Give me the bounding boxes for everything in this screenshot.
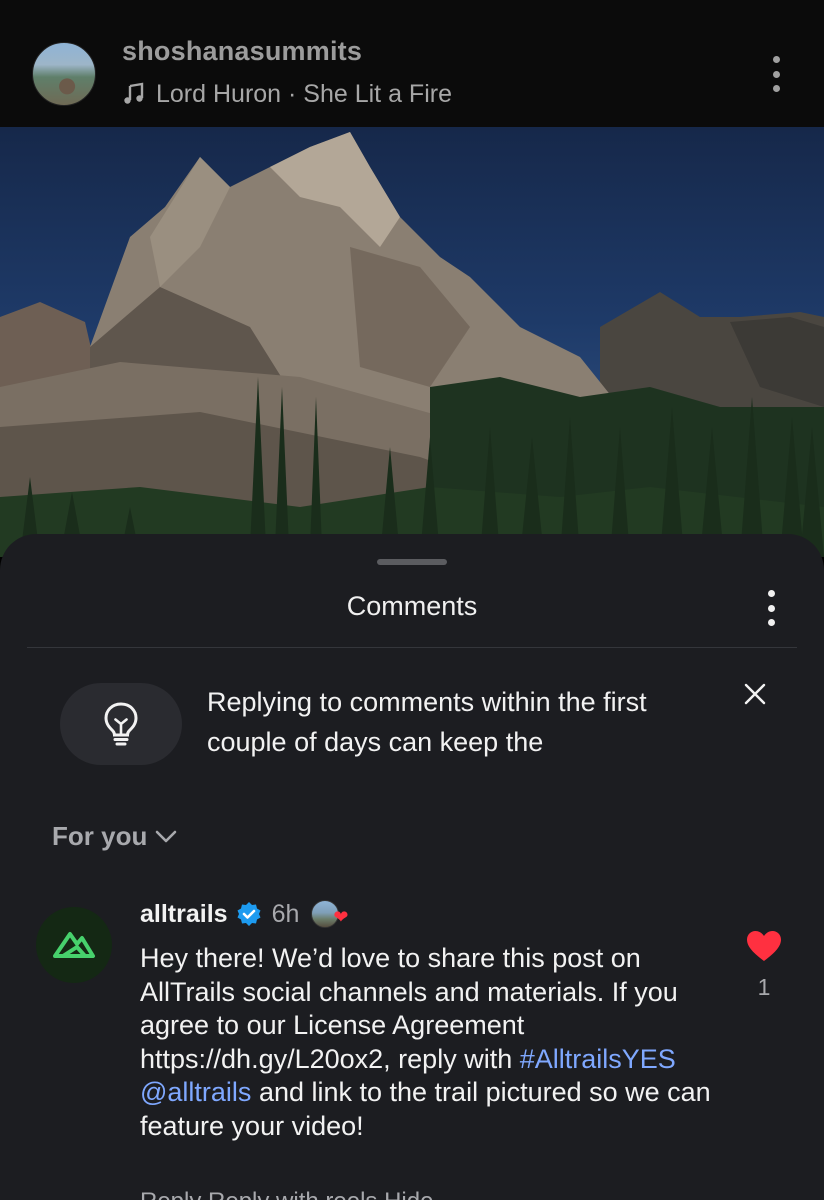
comment-avatar[interactable] xyxy=(36,907,112,983)
comment-actions[interactable]: Reply Reply with reels Hide xyxy=(140,1188,700,1200)
post-header: shoshanasummits Lord Huron · She Lit a F… xyxy=(0,0,824,127)
user-avatar[interactable] xyxy=(32,42,96,106)
heart-filled-icon[interactable] xyxy=(746,930,782,962)
post-photo[interactable] xyxy=(0,127,824,557)
comment-time: 6h xyxy=(271,899,300,928)
sort-label: For you xyxy=(52,821,148,851)
divider xyxy=(27,647,797,648)
more-dot xyxy=(767,604,775,612)
more-dot xyxy=(772,70,780,78)
more-options-button[interactable] xyxy=(758,52,794,96)
comment-username[interactable]: alltrails xyxy=(140,900,228,929)
comments-title: Comments xyxy=(346,591,478,621)
close-icon xyxy=(744,683,766,705)
tip-icon-container xyxy=(60,683,182,765)
liked-by-creator: ❤ xyxy=(311,899,349,929)
music-note-icon xyxy=(124,82,144,104)
verified-badge-icon xyxy=(237,902,261,926)
more-vertical-icon xyxy=(767,590,775,597)
tip-close-button[interactable] xyxy=(738,677,772,711)
username[interactable]: shoshanasummits xyxy=(122,36,362,67)
heart-icon: ❤ xyxy=(333,907,349,927)
chevron-down-icon xyxy=(156,830,177,842)
comments-sheet: Comments Replying to comments within the… xyxy=(0,534,824,1200)
comment-text: Hey there! We’d love to share this post … xyxy=(140,942,715,1143)
more-dot xyxy=(767,619,775,626)
more-dot xyxy=(772,85,780,92)
more-vertical-icon xyxy=(772,56,780,63)
comments-more-button[interactable] xyxy=(753,588,789,628)
song-title: Lord Huron · She Lit a Fire xyxy=(156,79,452,108)
sort-selector[interactable]: For you xyxy=(52,821,177,852)
mountain-photo xyxy=(0,132,824,557)
like-control: 1 xyxy=(742,930,786,1001)
like-count: 1 xyxy=(757,974,771,1000)
drag-handle[interactable] xyxy=(377,559,447,565)
comment-header: alltrails 6h ❤ xyxy=(140,896,349,932)
lightbulb-icon xyxy=(104,702,138,746)
music-info[interactable]: Lord Huron · She Lit a Fire xyxy=(122,78,452,110)
hashtag-link[interactable]: #AlltrailsYES xyxy=(520,1044,676,1074)
alltrails-logo-icon xyxy=(53,932,95,958)
mention-link[interactable]: @alltrails xyxy=(140,1077,251,1107)
tip-text: Replying to comments within the first co… xyxy=(207,687,647,757)
